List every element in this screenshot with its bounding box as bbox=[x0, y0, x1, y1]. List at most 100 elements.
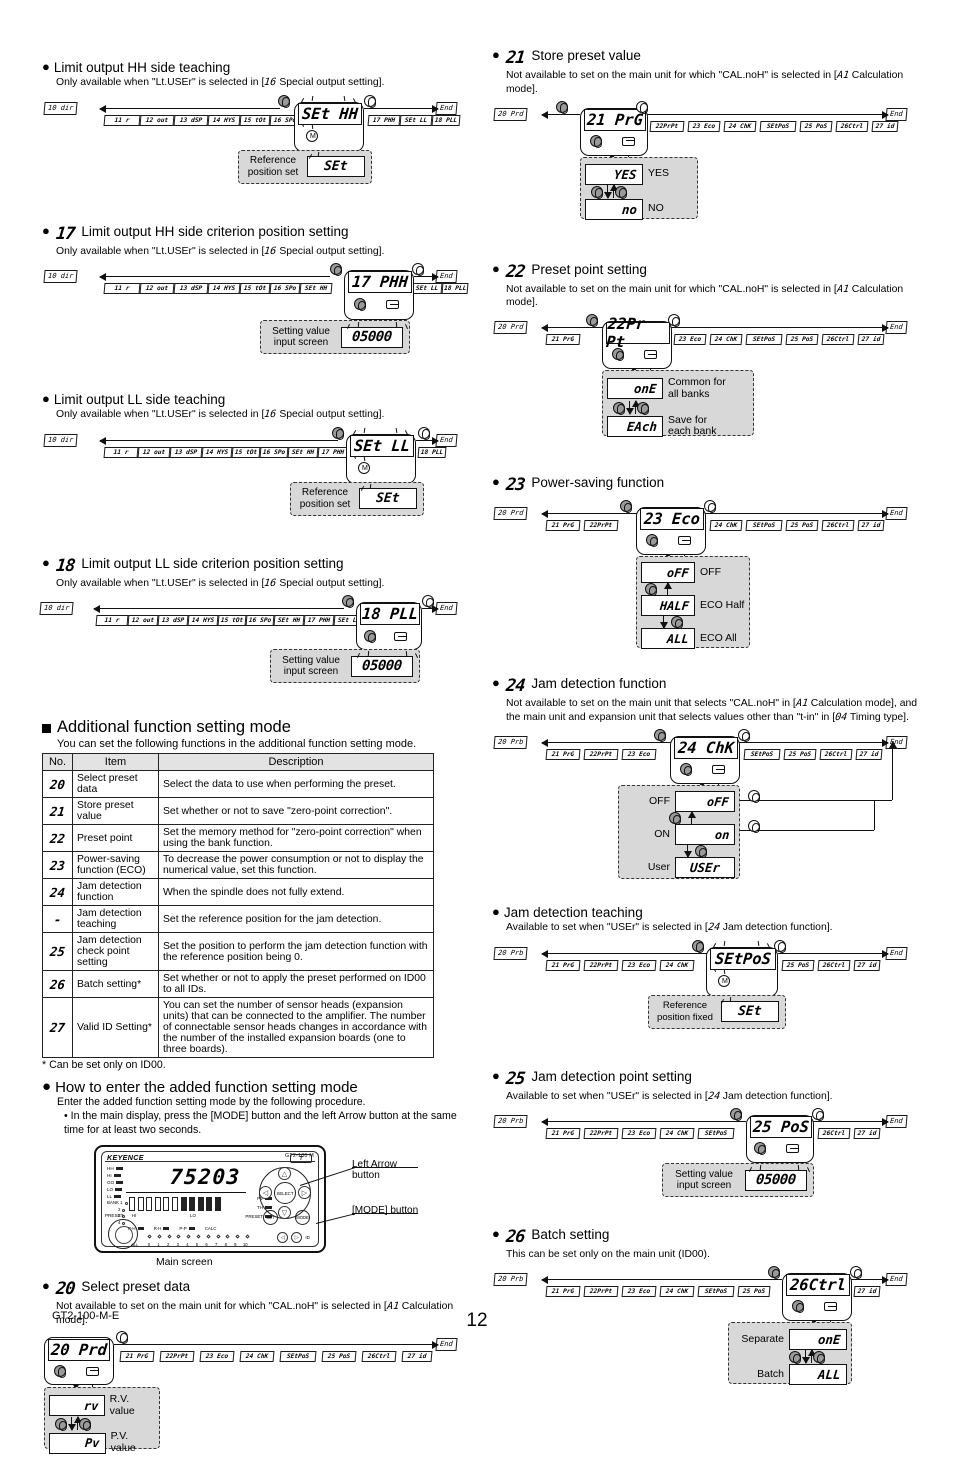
back-chip: 21 PrG bbox=[545, 1286, 581, 1297]
back-chip: SEtPoS bbox=[697, 1286, 735, 1297]
manual-page: ● Limit output HH side teaching Only ava… bbox=[0, 0, 954, 1454]
function-table-body: 20 Select preset data Select the data to u… bbox=[42, 770, 434, 1058]
return-line bbox=[874, 800, 892, 801]
back-chip: 16 SPo bbox=[269, 283, 301, 294]
bar-segment bbox=[137, 1197, 144, 1212]
id-dot-icon bbox=[206, 1234, 211, 1239]
back-chip: 21 PrG bbox=[545, 959, 581, 971]
id-left-button[interactable]: ◁ bbox=[277, 1232, 289, 1244]
option-label: Separate bbox=[741, 1332, 784, 1345]
section-heading-20: ● 20 Select preset data bbox=[42, 1278, 191, 1300]
fwd-chip: 23 Eco bbox=[199, 1350, 235, 1362]
key-icon-right bbox=[116, 1330, 128, 1344]
bar-segment bbox=[129, 1197, 135, 1212]
back-chip: SEt HH bbox=[273, 615, 305, 626]
square-bullet-icon bbox=[42, 724, 51, 733]
main-display-box: SEt LL bbox=[350, 434, 414, 457]
arrow-forward bbox=[850, 1276, 889, 1284]
branch-line-on bbox=[740, 830, 874, 831]
option-toggle-arrows bbox=[623, 811, 735, 826]
led-row: LO bbox=[107, 1186, 123, 1193]
prev-chip: 10 dir bbox=[43, 101, 78, 115]
fwd-chip: 25 PoS bbox=[785, 334, 819, 345]
th-item: Item bbox=[72, 753, 159, 771]
cell-no: 20 bbox=[42, 770, 73, 798]
howto-heading: ● How to enter the added function settin… bbox=[42, 1078, 358, 1096]
fwd-chip: 27 id bbox=[857, 520, 885, 531]
arrow-down bbox=[660, 616, 668, 629]
fwd-chip: 25 PoS bbox=[785, 520, 819, 531]
key-icon-updown bbox=[754, 1142, 766, 1156]
option-row: ALL ECO All bbox=[641, 628, 745, 649]
key-icon-select bbox=[386, 300, 399, 309]
option-panel: onE Common for all banks EAch Save for e… bbox=[602, 370, 754, 437]
table-row: 23 Power-saving function (ECO) To decrease… bbox=[42, 851, 434, 879]
back-chip: 25 PoS bbox=[737, 1286, 771, 1297]
bullet-icon: ● bbox=[42, 222, 50, 238]
panel-value-box: SEt bbox=[721, 1001, 779, 1022]
fwd-chip: 26Ctrl bbox=[819, 749, 853, 760]
back-chip: 15 tOt bbox=[239, 114, 271, 126]
back-chip: 15 tOt bbox=[239, 283, 271, 294]
fwd-chip: 26Ctrl bbox=[835, 120, 869, 132]
option-row: Pv P.V. value bbox=[49, 1431, 155, 1455]
main-display-box: 18 PLL bbox=[360, 603, 420, 625]
bar-segment bbox=[163, 1197, 170, 1212]
section-number: 20 bbox=[54, 1279, 76, 1300]
cell-item: Store preset value bbox=[72, 797, 159, 825]
key-icon-left bbox=[330, 263, 342, 277]
back-chip: 16 SPo bbox=[245, 615, 275, 626]
option-label: ECO Half bbox=[700, 598, 745, 611]
back-chip: 23 Eco bbox=[621, 1286, 657, 1297]
main-display-box: 22Pr Pt bbox=[605, 315, 670, 351]
cell-desc: When the spindle does not fully extend. bbox=[158, 878, 434, 906]
section-note: Not available to set on the main unit fo… bbox=[506, 283, 904, 309]
key-icon-select bbox=[86, 1366, 99, 1376]
id-dot-icon bbox=[176, 1234, 182, 1239]
key-icon-select bbox=[824, 1302, 837, 1311]
fwd-chip: 21 PrG bbox=[119, 1350, 155, 1362]
option-row: oFF OFF bbox=[641, 562, 745, 583]
calc-led-icon bbox=[137, 1227, 144, 1231]
option-value-box: USEr bbox=[675, 857, 735, 878]
cell-desc: To decrease the power consumption or not… bbox=[158, 851, 434, 879]
option-toggle-arrows bbox=[607, 399, 749, 415]
bar-segment bbox=[171, 1197, 178, 1212]
key-icon-up bbox=[813, 1351, 825, 1365]
cell-desc: Set whether or not to save "zero-point c… bbox=[158, 797, 434, 825]
cell-desc: You can set the number of sensor heads (… bbox=[158, 997, 434, 1058]
key-icon-mode bbox=[358, 461, 370, 475]
back-chip: 15 tOt bbox=[231, 446, 261, 458]
right-column: ● 21 Store preset value Not available to… bbox=[492, 47, 920, 1483]
bar-segment bbox=[154, 1197, 161, 1212]
arrow-up bbox=[610, 183, 618, 198]
back-chip: 12 out bbox=[137, 446, 171, 458]
fwd-chip: 26Ctrl bbox=[817, 1128, 851, 1139]
cell-no: 25 bbox=[42, 932, 73, 971]
flow-diagram-ll-teaching: 10 dir 11 r 12 out 13 dSP 14 HYS 15 tOt … bbox=[42, 426, 470, 544]
back-chip: 21 PrG bbox=[545, 334, 581, 345]
callout-left-arrow: Left Arrow button bbox=[352, 1159, 398, 1182]
id-label: ID bbox=[305, 1235, 310, 1241]
cell-item: Select preset data bbox=[72, 770, 159, 798]
option-value-box: onE bbox=[789, 1329, 847, 1350]
table-row: 27 Valid ID Setting* You can set the numbe… bbox=[42, 997, 434, 1058]
back-chip: 12 out bbox=[139, 283, 175, 294]
lcd-underline bbox=[126, 1192, 246, 1194]
option-row: YES YES bbox=[585, 163, 693, 185]
option-toggle-arrows bbox=[623, 845, 735, 859]
table-row: 25 Jam detection check point setting Set t… bbox=[42, 932, 434, 971]
arrow-back bbox=[541, 949, 708, 958]
fwd-chip: SEtPoS bbox=[279, 1350, 317, 1362]
id-dot-icon bbox=[215, 1234, 221, 1239]
back-chip: 15 tOt bbox=[217, 615, 247, 626]
option-row: no NO bbox=[585, 198, 693, 220]
id-right-button[interactable]: ▷ bbox=[291, 1232, 303, 1244]
key-icon-left bbox=[730, 1108, 742, 1122]
flow-diagram-26: 20 Prb 21 PrG 22PrPt 23 Eco 24 ChK SEtPo… bbox=[492, 1265, 920, 1415]
bullet-icon: ● bbox=[42, 554, 50, 570]
fwd-chip: SEtPoS bbox=[759, 120, 797, 132]
fwd-chip: 24 ChK bbox=[723, 120, 757, 132]
key-icon-left bbox=[556, 100, 568, 114]
fwd-chip: 27 id bbox=[853, 1286, 881, 1297]
